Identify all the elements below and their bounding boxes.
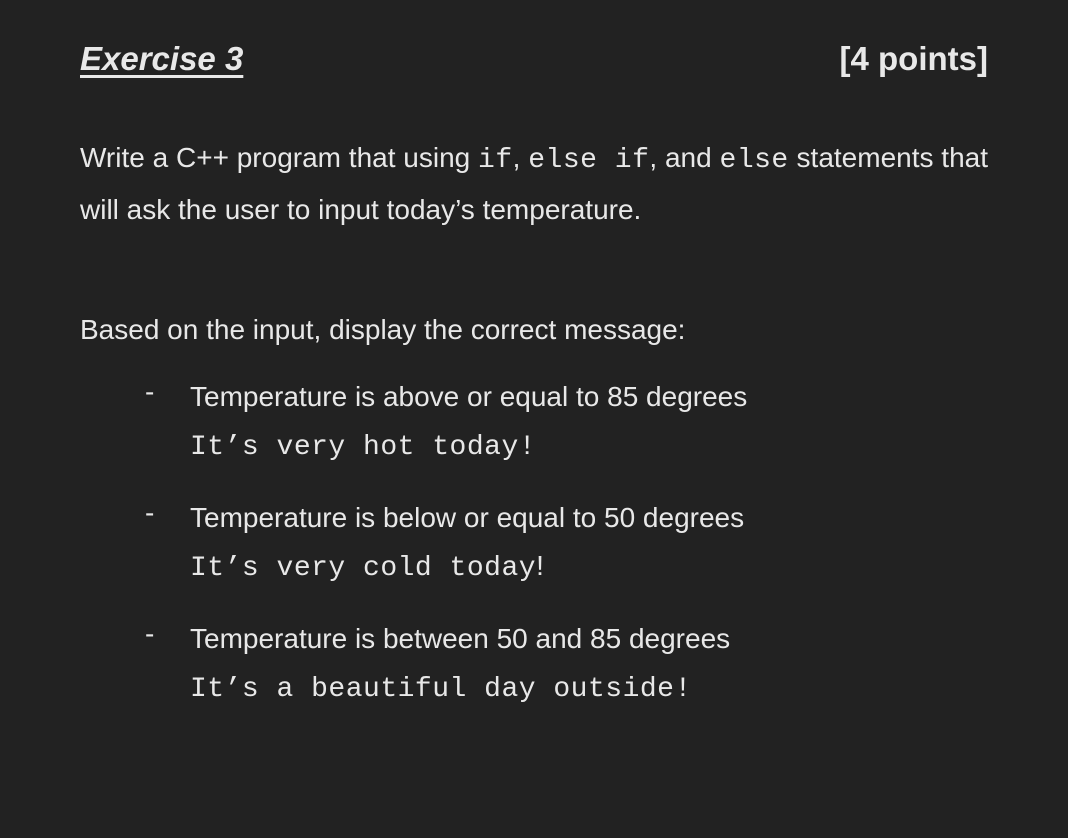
condition-list: Temperature is above or equal to 85 degr… <box>80 376 988 711</box>
output-line: It’s a beautiful day outside! <box>190 666 988 711</box>
output-mono: It’s very cold today <box>190 553 536 584</box>
code-else-if: else if <box>528 145 649 176</box>
exercise-header: Exercise 3 [4 points] <box>80 40 988 78</box>
output-mono: It’s a beautiful day outside! <box>190 674 692 705</box>
description-paragraph: Write a C++ program that using if, else … <box>80 133 988 234</box>
code-if: if <box>478 145 513 176</box>
condition-text: Temperature is above or equal to 85 degr… <box>190 376 988 418</box>
output-line: It’s very hot today! <box>190 424 988 469</box>
output-mono: It’s very hot today! <box>190 432 536 463</box>
points-label: [4 points] <box>840 40 988 78</box>
list-item: Temperature is above or equal to 85 degr… <box>145 376 988 469</box>
description-sep1: , <box>513 142 529 173</box>
code-else: else <box>720 145 789 176</box>
description-sep2: , and <box>649 142 719 173</box>
output-plain: ! <box>536 550 544 581</box>
exercise-title: Exercise 3 <box>80 40 243 78</box>
list-item: Temperature is below or equal to 50 degr… <box>145 497 988 590</box>
condition-text: Temperature is between 50 and 85 degrees <box>190 618 988 660</box>
list-item: Temperature is between 50 and 85 degrees… <box>145 618 988 711</box>
subheading: Based on the input, display the correct … <box>80 314 988 346</box>
description-prefix: Write a C++ program that using <box>80 142 478 173</box>
output-line: It’s very cold today! <box>190 545 988 590</box>
condition-text: Temperature is below or equal to 50 degr… <box>190 497 988 539</box>
